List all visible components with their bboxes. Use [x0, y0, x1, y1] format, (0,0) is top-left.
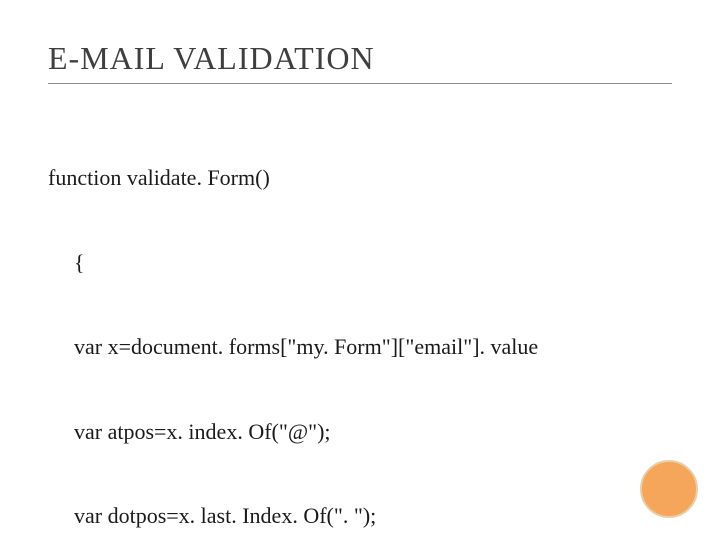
slide: E-MAIL VALIDATION function validate. For…: [0, 0, 720, 540]
code-block: function validate. Form() { var x=docume…: [48, 108, 672, 540]
code-line: function validate. Form(): [48, 164, 672, 192]
decorative-circle-icon: [640, 460, 698, 518]
code-line: var dotpos=x. last. Index. Of(". ");: [48, 502, 672, 530]
slide-title: E-MAIL VALIDATION: [48, 40, 672, 77]
title-rule: [48, 83, 672, 84]
code-line: var x=document. forms["my. Form"]["email…: [48, 333, 672, 361]
code-line: var atpos=x. index. Of("@");: [48, 418, 672, 446]
code-line: {: [48, 249, 672, 277]
